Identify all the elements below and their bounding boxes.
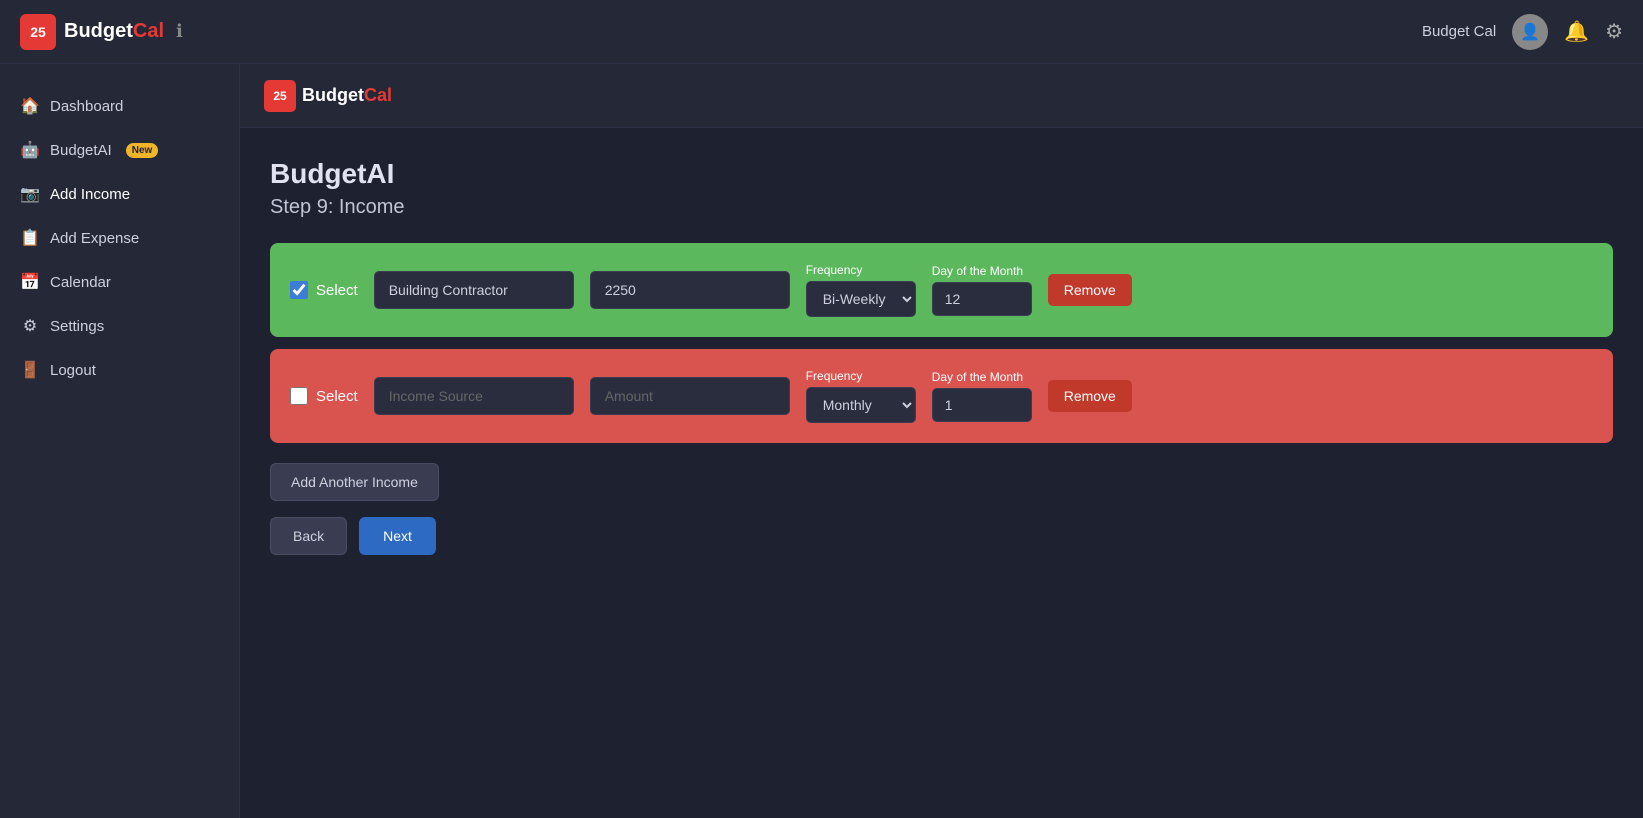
sidebar-item-label: Add Expense [50, 230, 139, 247]
back-button[interactable]: Back [270, 517, 347, 555]
sidebar-item-logout[interactable]: 🚪 Logout [0, 348, 239, 392]
frequency-select-2[interactable]: Monthly Bi-Weekly Weekly Daily Yearly [806, 387, 916, 423]
income-source-2[interactable] [374, 377, 574, 415]
income-row-1: Select Frequency Bi-Weekly Monthly Weekl… [270, 243, 1613, 337]
sidebar-item-add-income[interactable]: 📷 Add Income [0, 172, 239, 216]
sidebar-item-budgetai[interactable]: 🤖 BudgetAI New [0, 128, 239, 172]
sidebar-item-label: Add Income [50, 186, 130, 203]
income-row-2: Select Frequency Monthly Bi-Weekly Weekl… [270, 349, 1613, 443]
settings-icon: ⚙ [20, 316, 40, 336]
checkbox-wrap-1: Select [290, 281, 358, 299]
sidebar-item-settings[interactable]: ⚙ Settings [0, 304, 239, 348]
add-expense-icon: 📋 [20, 228, 40, 248]
sidebar-item-dashboard[interactable]: 🏠 Dashboard [0, 84, 239, 128]
select-label-1: Select [316, 282, 358, 299]
nav-buttons: Back Next [270, 517, 1613, 555]
day-label-2: Day of the Month [932, 370, 1032, 384]
day-section-2: Day of the Month [932, 370, 1032, 422]
remove-button-2[interactable]: Remove [1048, 380, 1132, 412]
add-another-income-button[interactable]: Add Another Income [270, 463, 439, 501]
income-checkbox-1[interactable] [290, 281, 308, 299]
info-icon[interactable]: ℹ [176, 21, 183, 42]
frequency-select-1[interactable]: Bi-Weekly Monthly Weekly Daily Yearly [806, 281, 916, 317]
header-right: Budget Cal 👤 🔔 ⚙ [1422, 14, 1623, 50]
add-income-icon: 📷 [20, 184, 40, 204]
sidebar-item-calendar[interactable]: 📅 Calendar [0, 260, 239, 304]
remove-button-1[interactable]: Remove [1048, 274, 1132, 306]
next-button[interactable]: Next [359, 517, 436, 555]
income-amount-2[interactable] [590, 377, 790, 415]
header-logo[interactable]: 25 BudgetCal [20, 14, 164, 50]
sidebar-item-label: Settings [50, 318, 104, 335]
freq-label-2: Frequency [806, 369, 916, 383]
day-section-1: Day of the Month [932, 264, 1032, 316]
gear-icon[interactable]: ⚙ [1605, 19, 1623, 44]
action-buttons: Add Another Income [270, 463, 1613, 501]
dashboard-icon: 🏠 [20, 96, 40, 116]
bell-icon[interactable]: 🔔 [1564, 19, 1589, 44]
day-label-1: Day of the Month [932, 264, 1032, 278]
freq-section-2: Frequency Monthly Bi-Weekly Weekly Daily… [806, 369, 916, 423]
content-topbar: 25 BudgetCal [240, 64, 1643, 128]
logout-icon: 🚪 [20, 360, 40, 380]
sidebar: 🏠 Dashboard 🤖 BudgetAI New 📷 Add Income … [0, 64, 240, 818]
main-content: BudgetAI Step 9: Income Select Frequency… [240, 128, 1643, 818]
new-badge: New [126, 143, 159, 158]
sidebar-item-label: Calendar [50, 274, 111, 291]
main-logo: 25 BudgetCal [264, 80, 392, 112]
sidebar-item-label: Logout [50, 362, 96, 379]
income-source-1[interactable] [374, 271, 574, 309]
logo-icon: 25 [20, 14, 56, 50]
page-title: BudgetAI [270, 158, 1613, 190]
avatar: 👤 [1512, 14, 1548, 50]
sidebar-item-label: Dashboard [50, 98, 123, 115]
sidebar-item-label: BudgetAI [50, 142, 112, 159]
income-checkbox-2[interactable] [290, 387, 308, 405]
freq-section-1: Frequency Bi-Weekly Monthly Weekly Daily… [806, 263, 916, 317]
calendar-icon: 📅 [20, 272, 40, 292]
day-input-1[interactable] [932, 282, 1032, 316]
main-logo-text: BudgetCal [302, 85, 392, 106]
select-label-2: Select [316, 388, 358, 405]
income-amount-1[interactable] [590, 271, 790, 309]
checkbox-wrap-2: Select [290, 387, 358, 405]
app-body: 🏠 Dashboard 🤖 BudgetAI New 📷 Add Income … [0, 64, 1643, 818]
top-header: 25 BudgetCal ℹ Budget Cal 👤 🔔 ⚙ [0, 0, 1643, 64]
header-left: 25 BudgetCal ℹ [20, 14, 183, 50]
day-input-2[interactable] [932, 388, 1032, 422]
sidebar-item-add-expense[interactable]: 📋 Add Expense [0, 216, 239, 260]
logo-text: BudgetCal [64, 20, 164, 43]
step-title: Step 9: Income [270, 196, 1613, 219]
main-logo-icon: 25 [264, 80, 296, 112]
header-username: Budget Cal [1422, 23, 1496, 40]
freq-label-1: Frequency [806, 263, 916, 277]
budgetai-icon: 🤖 [20, 140, 40, 160]
